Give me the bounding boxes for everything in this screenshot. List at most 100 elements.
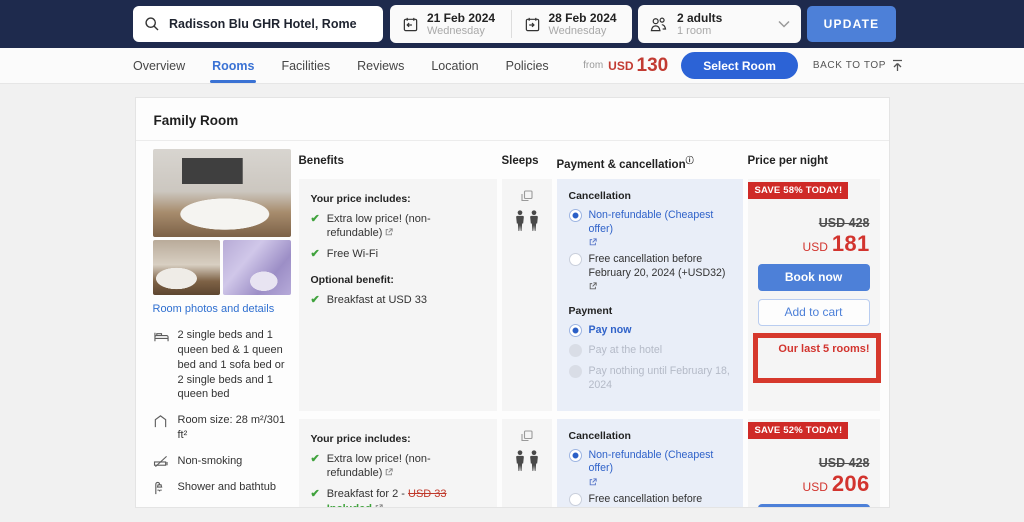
from-price: 130 — [637, 55, 669, 77]
save-badge: SAVE 52% TODAY! — [748, 422, 849, 439]
tab-rooms[interactable]: Rooms — [212, 59, 254, 73]
add-to-cart-button[interactable]: Add to cart — [758, 299, 870, 326]
price-cell: SAVE 52% TODAY! USD 428 USD206 Book now … — [748, 419, 880, 508]
plus-circle-icon — [153, 507, 168, 508]
benefits-cell: Your price includes: Extra low price! (n… — [299, 419, 497, 508]
checkout-day: Wednesday — [549, 25, 617, 37]
checkin-calendar-icon — [402, 16, 419, 33]
non-smoking-icon — [153, 454, 170, 469]
guests-rooms: 1 room — [677, 25, 722, 37]
see-all-facilities-link[interactable]: See all room facilities — [153, 507, 291, 508]
checkout-date-picker[interactable]: 28 Feb 2024 Wednesday — [512, 11, 633, 37]
book-now-button[interactable]: Book now — [758, 264, 870, 291]
col-sleeps: Sleeps — [502, 149, 552, 179]
tab-location[interactable]: Location — [431, 59, 478, 73]
hotel-nav-bar: Overview Rooms Facilities Reviews Locati… — [0, 48, 1024, 84]
update-button[interactable]: UPDATE — [807, 6, 896, 42]
tab-reviews[interactable]: Reviews — [357, 59, 404, 73]
hotel-search-input[interactable] — [169, 17, 372, 31]
tab-policies[interactable]: Policies — [506, 59, 549, 73]
compare-icon[interactable] — [521, 430, 533, 442]
room-card-family-room: Family Room Room photos and details 2 si… — [135, 97, 890, 508]
checkin-date: 21 Feb 2024 — [427, 11, 495, 25]
checkin-date-picker[interactable]: 21 Feb 2024 Wednesday — [390, 11, 511, 37]
radio-unselected-icon[interactable] — [569, 493, 582, 506]
external-link-icon — [385, 468, 393, 476]
col-payment: Payment & cancellationⓘ — [557, 149, 743, 179]
radio-selected-icon[interactable] — [569, 449, 582, 462]
cancellation-option-free[interactable]: Free cancellation before February 20, 20… — [569, 253, 731, 294]
optional-label: Optional benefit: — [311, 274, 485, 286]
benefit-item: Breakfast at USD 33 — [311, 293, 485, 307]
guests-adults: 2 adults — [677, 11, 722, 25]
fact-room-size-text: Room size: 28 m²/301 ft² — [178, 413, 291, 443]
offer-row-1: Your price includes: Extra low price! (n… — [299, 179, 880, 411]
cancellation-option-free[interactable]: Free cancellation before February 20, 20… — [569, 493, 731, 508]
radio-unselected-icon[interactable] — [569, 253, 582, 266]
offer-row-2: Your price includes: Extra low price! (n… — [299, 419, 880, 508]
hotel-search-field[interactable] — [133, 6, 383, 42]
fact-beds-text: 2 single beds and 1 queen bed & 1 queen … — [178, 328, 291, 402]
radio-selected-icon[interactable] — [569, 209, 582, 222]
adult-icon — [515, 210, 525, 232]
cancellation-option-nonrefundable[interactable]: Non-refundable (Cheapest offer) — [569, 449, 731, 487]
check-icon — [311, 487, 320, 508]
room-photo-main[interactable] — [153, 149, 291, 237]
price-cell: SAVE 58% TODAY! USD 428 USD181 Book now … — [748, 179, 880, 411]
rooms-list: Family Room Room photos and details 2 si… — [0, 84, 1024, 508]
fact-non-smoking: Non-smoking — [153, 454, 291, 469]
room-photo-bedroom[interactable] — [153, 240, 221, 295]
fact-shower: Shower and bathtub — [153, 480, 291, 496]
adult-icon — [515, 450, 525, 472]
radio-selected-icon[interactable] — [569, 324, 582, 337]
cancellation-label: Cancellation — [569, 430, 731, 442]
payment-cell: Cancellation Non-refundable (Cheapest of… — [557, 419, 743, 508]
nav-tabs: Overview Rooms Facilities Reviews Locati… — [133, 59, 549, 73]
payment-option-pay-now[interactable]: Pay now — [569, 324, 731, 338]
check-icon — [311, 293, 320, 307]
from-currency: USD — [608, 59, 633, 73]
guests-selector[interactable]: 2 adults 1 room — [638, 5, 801, 43]
bed-icon — [153, 328, 170, 402]
adult-icon — [529, 210, 539, 232]
select-room-button[interactable]: Select Room — [681, 52, 798, 79]
info-icon[interactable]: ⓘ — [686, 156, 694, 165]
benefit-item: Extra low price! (non-refundable) — [311, 212, 485, 241]
current-price: USD181 — [758, 231, 870, 257]
payment-label: Payment — [569, 305, 731, 317]
current-price: USD206 — [758, 471, 870, 497]
includes-label: Your price includes: — [311, 193, 485, 205]
room-photos-link[interactable]: Room photos and details — [153, 303, 291, 315]
room-summary-column: Room photos and details 2 single beds an… — [153, 149, 291, 508]
external-link-icon[interactable] — [589, 478, 731, 486]
room-facts: 2 single beds and 1 queen bed & 1 queen … — [153, 328, 291, 496]
includes-label: Your price includes: — [311, 433, 485, 445]
room-photo-bathroom[interactable] — [223, 240, 291, 295]
radio-disabled-icon — [569, 344, 582, 357]
cancellation-option-nonrefundable[interactable]: Non-refundable (Cheapest offer) — [569, 209, 731, 247]
fact-non-smoking-text: Non-smoking — [178, 454, 243, 469]
arrow-up-icon — [891, 59, 904, 73]
back-to-top-button[interactable]: BACK TO TOP — [813, 59, 904, 73]
offers-table-header: Benefits Sleeps Payment & cancellationⓘ … — [299, 149, 880, 179]
room-size-icon — [153, 413, 170, 443]
chevron-down-icon — [778, 20, 790, 28]
benefit-item: Extra low price! (non-refundable) — [311, 452, 485, 481]
external-link-icon — [589, 282, 597, 290]
payment-option-pay-at-hotel: Pay at the hotel — [569, 344, 731, 358]
guests-icon — [649, 16, 668, 33]
compare-icon[interactable] — [521, 190, 533, 202]
external-link-icon — [375, 504, 383, 508]
shower-icon — [153, 480, 170, 496]
fact-shower-text: Shower and bathtub — [178, 480, 276, 496]
external-link-icon — [385, 228, 393, 236]
offers-table: Benefits Sleeps Payment & cancellationⓘ … — [299, 149, 880, 508]
tab-overview[interactable]: Overview — [133, 59, 185, 73]
top-search-bar: 21 Feb 2024 Wednesday 28 Feb 2024 Wednes… — [0, 0, 1024, 48]
external-link-icon[interactable] — [589, 238, 731, 246]
book-now-button[interactable]: Book now — [758, 504, 870, 508]
from-label: from — [583, 60, 603, 71]
tab-facilities[interactable]: Facilities — [281, 59, 330, 73]
room-title: Family Room — [136, 98, 889, 141]
col-benefits: Benefits — [299, 149, 497, 179]
